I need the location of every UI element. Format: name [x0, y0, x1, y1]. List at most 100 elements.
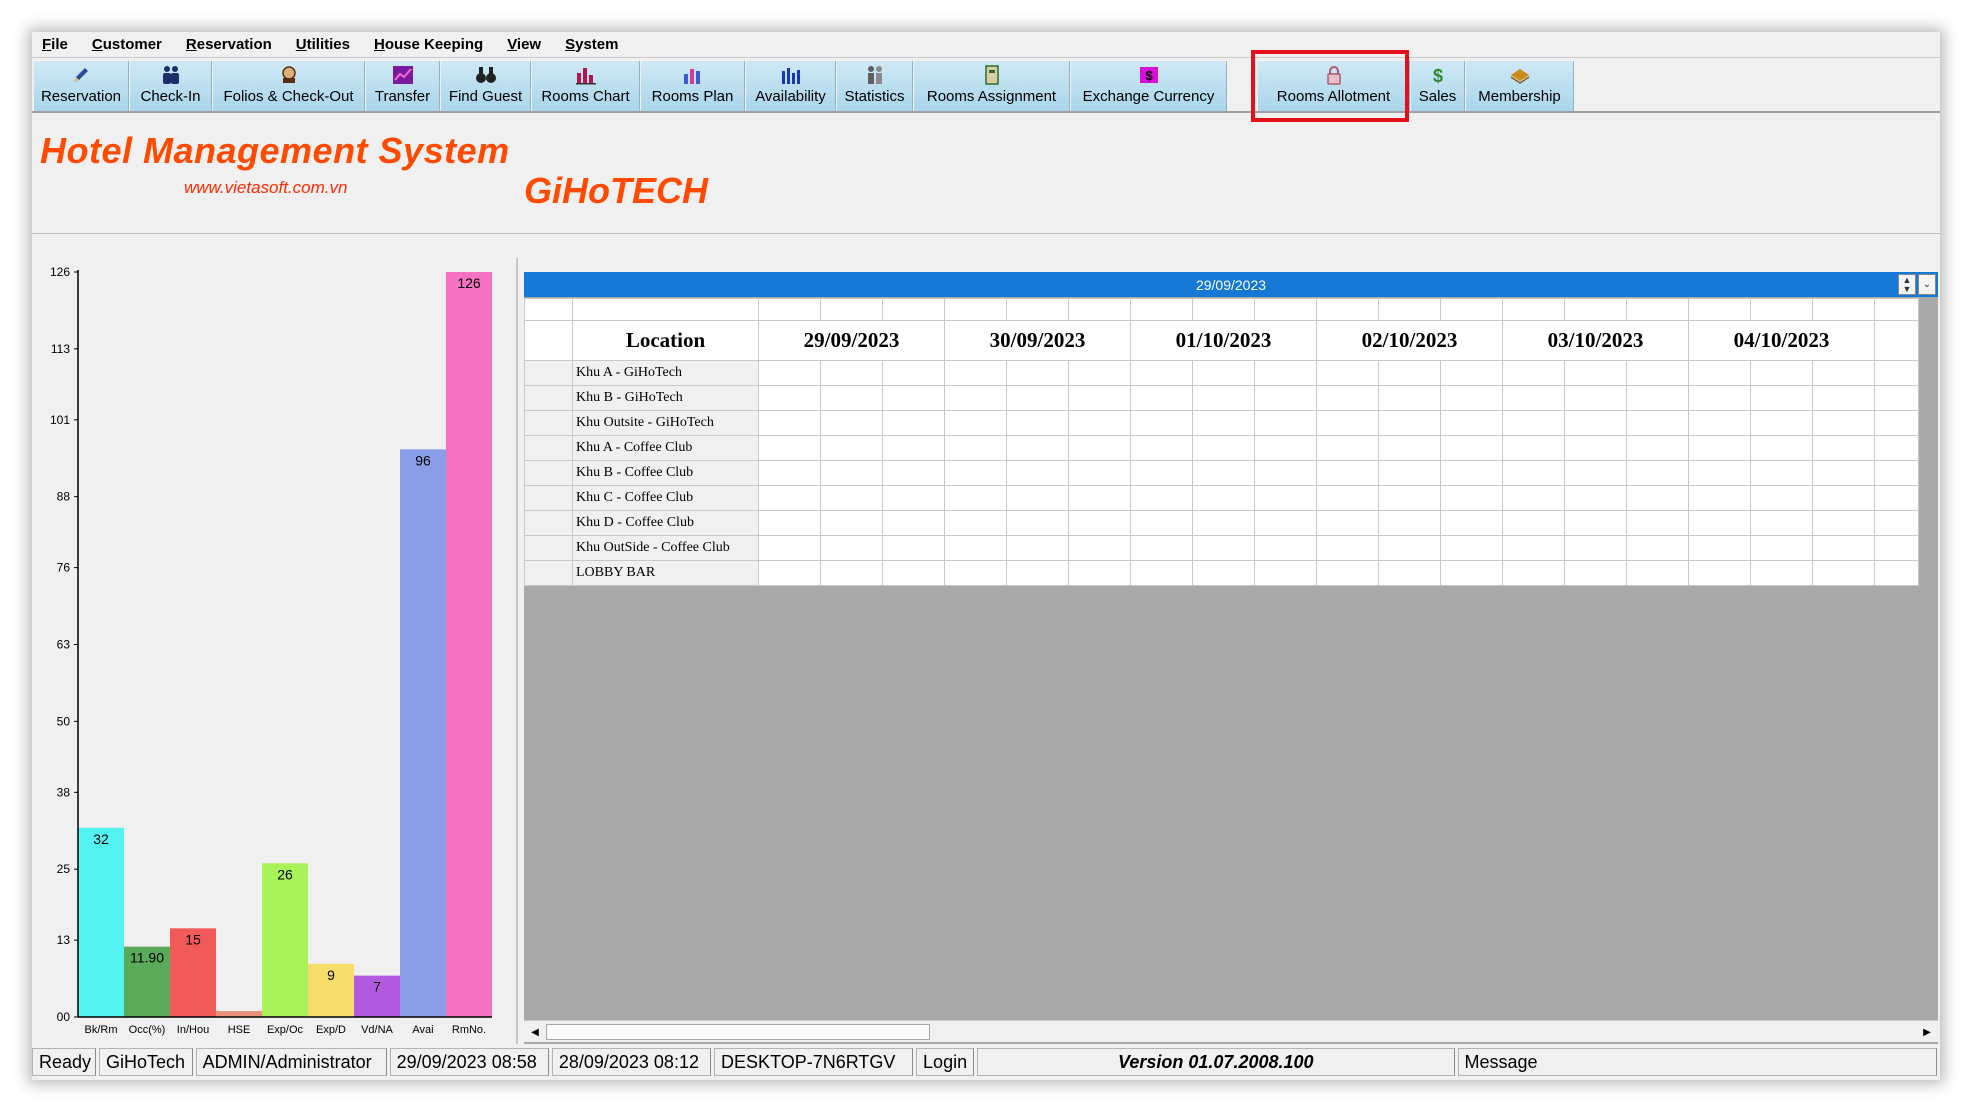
- allotment-cell[interactable]: [882, 360, 945, 386]
- allotment-cell[interactable]: [1316, 410, 1379, 436]
- allotment-cell[interactable]: [758, 485, 821, 511]
- table-row[interactable]: Khu B - GiHoTech: [524, 385, 1919, 411]
- allotment-cell[interactable]: [1130, 535, 1193, 561]
- allotment-cell[interactable]: [1812, 560, 1875, 586]
- allotment-cell[interactable]: [1626, 485, 1689, 511]
- allotment-cell[interactable]: [1688, 385, 1751, 411]
- allotment-cell[interactable]: [944, 385, 1007, 411]
- allotment-cell[interactable]: [1874, 410, 1919, 436]
- allotment-cell[interactable]: [1502, 460, 1565, 486]
- allotment-cell[interactable]: [1130, 560, 1193, 586]
- allotment-cell[interactable]: [882, 510, 945, 536]
- allotment-cell[interactable]: [820, 360, 883, 386]
- allotment-cell[interactable]: [1626, 385, 1689, 411]
- allotment-cell[interactable]: [758, 510, 821, 536]
- allotment-cell[interactable]: [882, 435, 945, 461]
- date-column-header[interactable]: 01/10/2023: [1130, 320, 1317, 361]
- allotment-cell[interactable]: [1564, 385, 1627, 411]
- allotment-cell[interactable]: [1316, 560, 1379, 586]
- allotment-cell[interactable]: [1874, 560, 1919, 586]
- location-cell[interactable]: Khu A - GiHoTech: [572, 360, 759, 386]
- availability-button[interactable]: Availability: [746, 61, 836, 111]
- date-column-header[interactable]: 29/09/2023: [758, 320, 945, 361]
- location-cell[interactable]: Khu C - Coffee Club: [572, 485, 759, 511]
- allotment-cell[interactable]: [1502, 385, 1565, 411]
- allotment-cell[interactable]: [1068, 535, 1131, 561]
- allotment-cell[interactable]: [1378, 535, 1441, 561]
- allotment-cell[interactable]: [1192, 435, 1255, 461]
- allotment-cell[interactable]: [1068, 510, 1131, 536]
- allotment-cell[interactable]: [1440, 410, 1503, 436]
- allotment-cell[interactable]: [1316, 435, 1379, 461]
- allotment-cell[interactable]: [1564, 485, 1627, 511]
- allotment-cell[interactable]: [1254, 435, 1317, 461]
- allotment-cell[interactable]: [1564, 535, 1627, 561]
- allotment-cell[interactable]: [758, 435, 821, 461]
- table-row[interactable]: Khu B - Coffee Club: [524, 460, 1919, 486]
- allotment-cell[interactable]: [1254, 560, 1317, 586]
- row-header-cell[interactable]: [524, 485, 573, 511]
- menu-utilities[interactable]: Utilities: [296, 36, 350, 53]
- allotment-cell[interactable]: [1874, 485, 1919, 511]
- allotment-cell[interactable]: [758, 410, 821, 436]
- row-header-cell[interactable]: [524, 385, 573, 411]
- allotment-cell[interactable]: [820, 410, 883, 436]
- location-cell[interactable]: Khu A - Coffee Club: [572, 435, 759, 461]
- menu-customer[interactable]: Customer: [92, 36, 162, 53]
- row-header-cell[interactable]: [524, 360, 573, 386]
- allotment-cell[interactable]: [1502, 360, 1565, 386]
- allotment-cell[interactable]: [1750, 360, 1813, 386]
- allotment-cell[interactable]: [1750, 460, 1813, 486]
- allotment-cell[interactable]: [1502, 510, 1565, 536]
- allotment-cell[interactable]: [1874, 510, 1919, 536]
- allotment-cell[interactable]: [1440, 485, 1503, 511]
- horizontal-scrollbar[interactable]: ◀ ▶: [524, 1020, 1938, 1042]
- allotment-cell[interactable]: [1812, 360, 1875, 386]
- row-header-cell[interactable]: [524, 410, 573, 436]
- row-header-cell[interactable]: [524, 535, 573, 561]
- allotment-cell[interactable]: [1564, 360, 1627, 386]
- allotment-cell[interactable]: [1502, 560, 1565, 586]
- allotment-cell[interactable]: [1378, 410, 1441, 436]
- allotment-cell[interactable]: [944, 460, 1007, 486]
- allotment-cell[interactable]: [1626, 460, 1689, 486]
- allotment-cell[interactable]: [1130, 460, 1193, 486]
- find-guest-button[interactable]: Find Guest: [441, 61, 531, 111]
- table-row[interactable]: LOBBY BAR: [524, 560, 1919, 586]
- allotment-cell[interactable]: [1750, 385, 1813, 411]
- allotment-cell[interactable]: [1192, 460, 1255, 486]
- allotment-cell[interactable]: [1254, 385, 1317, 411]
- allotment-cell[interactable]: [1440, 435, 1503, 461]
- allotment-cell[interactable]: [1750, 410, 1813, 436]
- allotment-cell[interactable]: [1192, 485, 1255, 511]
- allotment-cell[interactable]: [882, 385, 945, 411]
- allotment-cell[interactable]: [758, 360, 821, 386]
- website-link[interactable]: www.vietasoft.com.vn: [184, 178, 347, 198]
- allotment-cell[interactable]: [1006, 385, 1069, 411]
- allotment-cell[interactable]: [1254, 510, 1317, 536]
- rooms-chart-button[interactable]: Rooms Chart: [532, 61, 640, 111]
- row-header-cell[interactable]: [524, 560, 573, 586]
- exchange-currency-button[interactable]: $ Exchange Currency: [1071, 61, 1227, 111]
- transfer-button[interactable]: Transfer: [366, 61, 440, 111]
- allotment-cell[interactable]: [1626, 360, 1689, 386]
- allotment-cell[interactable]: [1130, 435, 1193, 461]
- allotment-cell[interactable]: [1316, 535, 1379, 561]
- allotment-cell[interactable]: [1874, 385, 1919, 411]
- allotment-cell[interactable]: [1006, 485, 1069, 511]
- allotment-cell[interactable]: [1502, 535, 1565, 561]
- allotment-cell[interactable]: [1750, 435, 1813, 461]
- allotment-cell[interactable]: [1316, 485, 1379, 511]
- allotment-cell[interactable]: [1006, 360, 1069, 386]
- allotment-cell[interactable]: [1502, 435, 1565, 461]
- allotment-cell[interactable]: [1688, 535, 1751, 561]
- allotment-cell[interactable]: [1750, 560, 1813, 586]
- allotment-cell[interactable]: [944, 360, 1007, 386]
- allotment-cell[interactable]: [944, 560, 1007, 586]
- allotment-cell[interactable]: [1440, 535, 1503, 561]
- allotment-cell[interactable]: [1750, 535, 1813, 561]
- allotment-cell[interactable]: [882, 410, 945, 436]
- allotment-cell[interactable]: [1440, 510, 1503, 536]
- allotment-cell[interactable]: [944, 435, 1007, 461]
- date-picker-bar[interactable]: 29/09/2023 ▲ ▼ ⌄: [524, 272, 1938, 297]
